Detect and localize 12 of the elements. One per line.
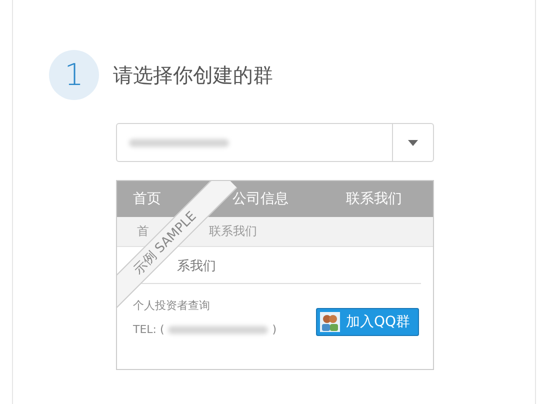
- join-qq-group-button[interactable]: 加入QQ群: [316, 308, 419, 336]
- caret-icon: [408, 140, 418, 146]
- people-icon: [320, 312, 340, 332]
- step-number: 1: [49, 50, 99, 100]
- breadcrumb-item: 首: [137, 223, 149, 240]
- section-heading: 系我们: [177, 259, 216, 274]
- breadcrumb-item: 联系我们: [209, 223, 257, 240]
- tel-end: ): [272, 323, 277, 336]
- contact-title: 个人投资者查询: [133, 298, 211, 313]
- tel-label: TEL: (: [133, 323, 164, 336]
- step-title: 请选择你创建的群: [113, 62, 273, 88]
- group-select[interactable]: [116, 123, 434, 162]
